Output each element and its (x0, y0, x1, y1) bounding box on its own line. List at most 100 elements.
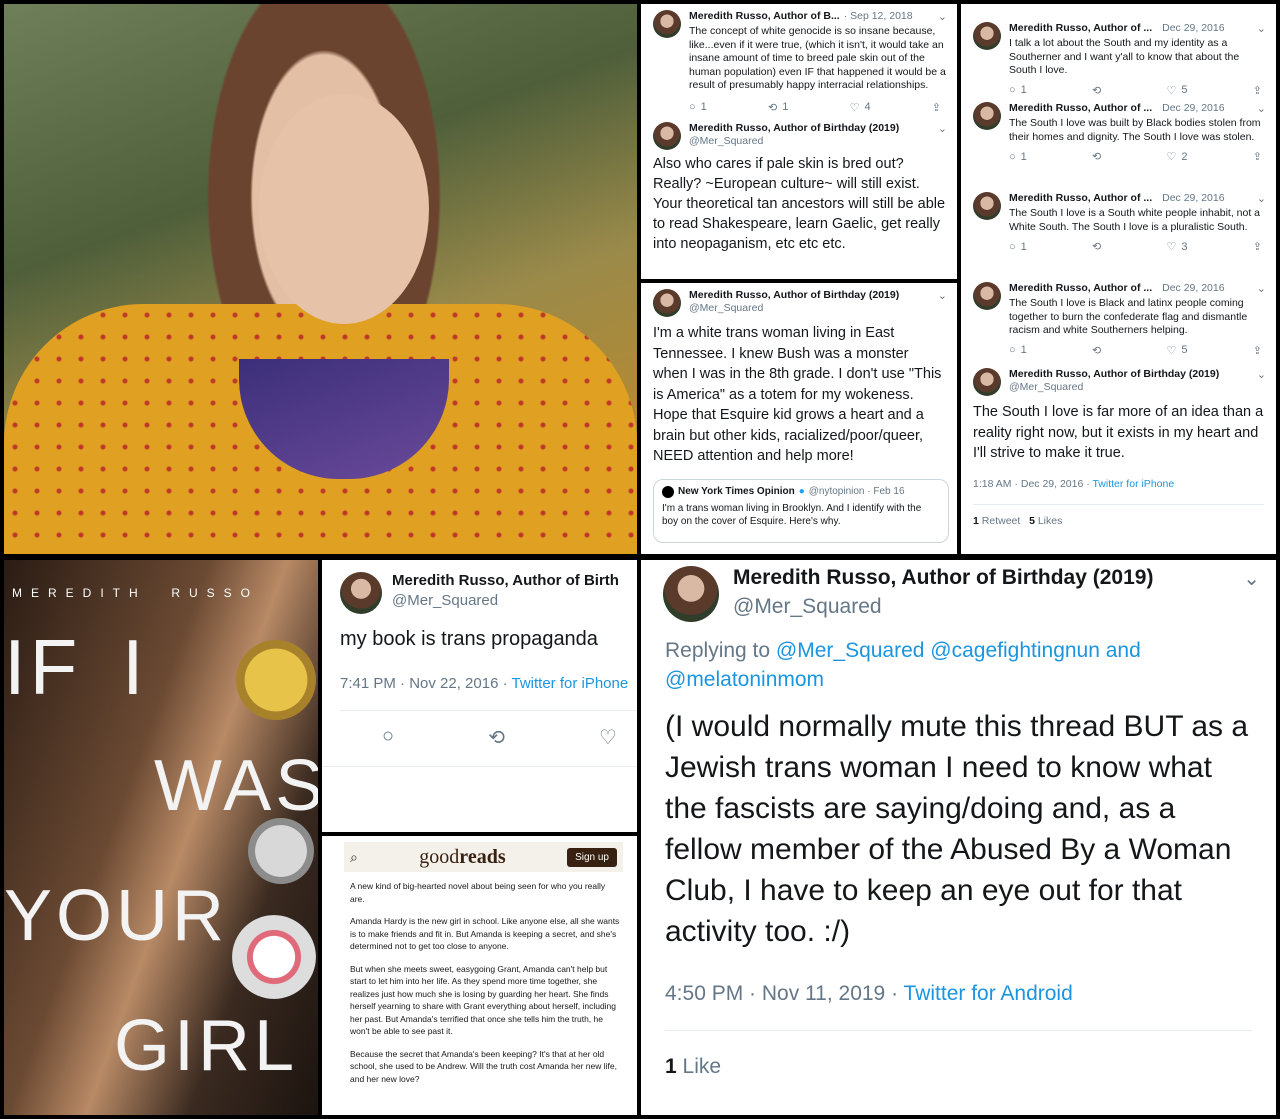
avatar[interactable] (973, 282, 1001, 310)
goodreads-logo[interactable]: goodreads (419, 846, 505, 869)
heart-icon[interactable]: ♡ (599, 725, 617, 750)
thread-tweet[interactable]: Meredith Russo, Author of ... Dec 29, 201… (961, 94, 1276, 184)
thread-tweet[interactable]: Meredith Russo, Author of ... Dec 29, 201… (961, 184, 1276, 274)
tweet-panel-white-genocide: Meredith Russo, Author of B... · Sep 12,… (641, 4, 957, 279)
reply-icon[interactable]: ○ (382, 725, 394, 750)
chevron-down-icon[interactable]: ⌄ (938, 122, 947, 135)
tweet-header: Meredith Russo, Author of Birthday (2019… (641, 283, 957, 317)
like-label[interactable]: Like (683, 1055, 722, 1078)
avatar[interactable] (653, 10, 681, 38)
retweet-label[interactable]: Retweet (982, 515, 1021, 527)
share-button[interactable]: ⇪ (1253, 240, 1262, 253)
chevron-down-icon[interactable]: ⌄ (1257, 192, 1266, 205)
retweet-button[interactable]: ⟲ (1092, 150, 1101, 163)
reply-button[interactable]: ○ 1 (1009, 150, 1027, 163)
avatar[interactable] (973, 22, 1001, 50)
tweet-date[interactable]: · Sep 12, 2018 (844, 10, 913, 23)
reply-button[interactable]: ○ 1 (1009, 84, 1027, 97)
avatar[interactable] (663, 566, 719, 622)
tweet-author[interactable]: Meredith Russo, Author of Birthday (2019… (733, 566, 1153, 591)
search-icon[interactable]: ⌕ (350, 849, 358, 866)
like-button[interactable]: ♡ 2 (1166, 150, 1188, 164)
avatar[interactable] (973, 368, 1001, 396)
tweet-author[interactable]: Meredith Russo, Author of Birth (392, 572, 637, 589)
reply-icon: ○ (1009, 344, 1016, 356)
tweet-handle[interactable]: @Mer_Squared (689, 302, 947, 314)
like-count[interactable]: 5 (1029, 515, 1035, 527)
tweet-source[interactable]: Twitter for iPhone (1092, 478, 1174, 490)
tweet-author[interactable]: Meredith Russo, Author of ... (1009, 192, 1152, 205)
share-button[interactable]: ⇪ (932, 101, 941, 114)
avatar[interactable] (653, 289, 681, 317)
tweet-handle[interactable]: @Mer_Squared (392, 592, 637, 609)
avatar[interactable] (340, 572, 382, 614)
tweet-handle[interactable]: @Mer_Squared (1009, 381, 1266, 393)
retweet-button[interactable]: ⟲ (1092, 240, 1101, 253)
retweet-icon: ⟲ (1092, 344, 1102, 357)
tweet-author[interactable]: Meredith Russo, Author of Birthday (2019… (689, 289, 899, 302)
tweet-panel-trans-propaganda: Meredith Russo, Author of Birth @Mer_Squ… (322, 560, 637, 832)
tweet-handle[interactable]: @Mer_Squared (733, 595, 1260, 619)
tweet-author[interactable]: Meredith Russo, Author of Birthday (2019… (689, 122, 899, 135)
tweet-timestamp[interactable]: 7:41 PM · Nov 22, 2016 · (340, 675, 511, 692)
tweet-handle[interactable]: @Mer_Squared (689, 135, 947, 147)
avatar[interactable] (973, 102, 1001, 130)
chevron-down-icon[interactable]: ⌄ (938, 289, 947, 302)
like-count: 5 (1181, 344, 1188, 356)
chevron-down-icon[interactable]: ⌄ (1257, 368, 1266, 381)
tweet-text: (I would normally mute this thread BUT a… (665, 710, 1249, 948)
retweet-button[interactable]: ⟲ (1092, 84, 1101, 97)
tweet-date[interactable]: Dec 29, 2016 (1162, 282, 1224, 295)
thread-tweet[interactable]: Meredith Russo, Author of ... Dec 29, 201… (961, 4, 1276, 97)
tweet-source[interactable]: Twitter for iPhone (511, 675, 628, 692)
share-button[interactable]: ⇪ (1253, 84, 1262, 97)
chevron-down-icon[interactable]: ⌄ (1257, 282, 1266, 295)
retweet-icon[interactable]: ⟲ (488, 725, 505, 750)
goodreads-header: ⌕ goodreads Sign up (344, 842, 623, 872)
like-button[interactable]: ♡ 5 (1167, 344, 1188, 357)
tweet-author[interactable]: Meredith Russo, Author of ... (1009, 102, 1152, 115)
thread-tweet[interactable]: Meredith Russo, Author of ... Dec 29, 201… (961, 274, 1276, 364)
tweet-author[interactable]: Meredith Russo, Author of ... (1009, 282, 1152, 295)
avatar[interactable] (653, 121, 681, 150)
title-word-1: IF (4, 623, 82, 711)
reply-button[interactable]: ○ 1 (689, 101, 707, 114)
reply-button[interactable]: ○ 1 (1009, 240, 1027, 253)
verified-icon: ● (798, 486, 805, 497)
like-label[interactable]: Likes (1038, 515, 1063, 527)
retweet-count[interactable]: 1 (973, 515, 979, 527)
tweet-text: The South I love was built by Black bodi… (1009, 117, 1261, 143)
tweet-date[interactable]: Dec 29, 2016 (1162, 22, 1224, 35)
chevron-down-icon[interactable]: ⌄ (1257, 22, 1266, 35)
tweet-timestamp[interactable]: 1:18 AM · Dec 29, 2016 · (973, 478, 1092, 490)
tweet-date[interactable]: Dec 29, 2016 (1162, 192, 1224, 205)
like-button[interactable]: ♡ 3 (1167, 240, 1188, 254)
like-button[interactable]: ♡ 4 (850, 101, 871, 114)
reply-button[interactable]: ○ 1 (1009, 344, 1027, 357)
share-button[interactable]: ⇪ (1253, 344, 1262, 357)
tweet-actions: ○ 1 ⟲ ♡ 5 ⇪ (1009, 344, 1266, 357)
chevron-down-icon[interactable]: ⌄ (1243, 566, 1260, 591)
share-button[interactable]: ⇪ (1253, 150, 1262, 163)
quoted-tweet[interactable]: New York Times Opinion ● @nytopinion · F… (653, 478, 949, 543)
tweet-source[interactable]: Twitter for Android (904, 982, 1073, 1005)
signup-button[interactable]: Sign up (567, 847, 617, 867)
replying-prefix: Replying to (665, 639, 776, 662)
logo-good: good (419, 845, 460, 868)
chevron-down-icon[interactable]: ⌄ (938, 10, 947, 23)
tweet-author[interactable]: Meredith Russo, Author of B... (689, 10, 840, 23)
tweet-timestamp[interactable]: 4:50 PM · Nov 11, 2019 · (665, 982, 904, 1005)
tweet-author[interactable]: Meredith Russo, Author of ... (1009, 22, 1152, 35)
tweet-date[interactable]: Dec 29, 2016 (1162, 102, 1224, 115)
chevron-down-icon[interactable]: ⌄ (1257, 102, 1266, 115)
replying-to: Replying to @Mer_Squared @cagefightingnu… (641, 622, 1276, 694)
reply-count: 1 (700, 101, 707, 113)
avatar[interactable] (973, 192, 1001, 220)
tweet-author[interactable]: Meredith Russo, Author of Birthday (2019… (1009, 368, 1219, 381)
retweet-button[interactable]: ⟲ (1092, 344, 1101, 357)
tweet-text: The concept of white genocide is so insa… (689, 25, 946, 91)
like-count[interactable]: 1 (665, 1055, 677, 1078)
like-button[interactable]: ♡ 5 (1167, 84, 1188, 97)
retweet-button[interactable]: ⟲ 1 (768, 101, 788, 114)
heart-icon: ♡ (1166, 151, 1177, 163)
